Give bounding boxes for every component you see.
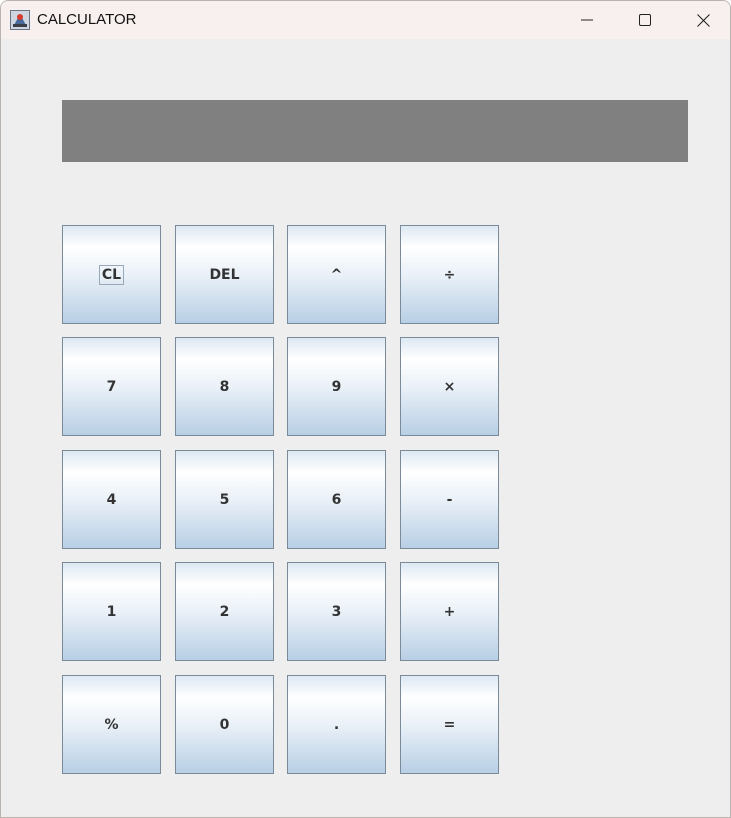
- percent-button[interactable]: %: [62, 675, 161, 774]
- calculator-display: [62, 100, 688, 162]
- digit-9-button[interactable]: 9: [287, 337, 386, 436]
- title-bar[interactable]: CALCULATOR: [1, 1, 730, 39]
- equals-button[interactable]: =: [400, 675, 499, 774]
- digit-9-label: 9: [331, 378, 342, 395]
- clear-button[interactable]: CL: [62, 225, 161, 324]
- window-title: CALCULATOR: [37, 11, 137, 28]
- digit-8-label: 8: [219, 378, 230, 395]
- delete-button-label: DEL: [209, 266, 240, 283]
- clear-button-label: CL: [98, 264, 125, 285]
- decimal-point-label: .: [333, 716, 340, 733]
- percent-button-label: %: [104, 716, 119, 733]
- subtract-button-label: -: [446, 491, 453, 508]
- digit-4-label: 4: [106, 491, 117, 508]
- digit-5-button[interactable]: 5: [175, 450, 274, 549]
- multiply-button-label: ×: [443, 378, 456, 395]
- decimal-point-button[interactable]: .: [287, 675, 386, 774]
- close-button[interactable]: [674, 1, 730, 39]
- add-button-label: +: [443, 603, 456, 620]
- digit-0-button[interactable]: 0: [175, 675, 274, 774]
- digit-8-button[interactable]: 8: [175, 337, 274, 436]
- minimize-button[interactable]: [558, 1, 616, 39]
- multiply-button[interactable]: ×: [400, 337, 499, 436]
- digit-1-label: 1: [106, 603, 117, 620]
- add-button[interactable]: +: [400, 562, 499, 661]
- digit-1-button[interactable]: 1: [62, 562, 161, 661]
- close-icon: [696, 13, 710, 27]
- calculator-window: CALCULATOR CL DEL ^ ÷ 7 8 9 × 4 5 6 - 1: [0, 0, 731, 818]
- divide-button[interactable]: ÷: [400, 225, 499, 324]
- digit-7-label: 7: [106, 378, 117, 395]
- delete-button[interactable]: DEL: [175, 225, 274, 324]
- digit-2-button[interactable]: 2: [175, 562, 274, 661]
- maximize-button[interactable]: [616, 1, 674, 39]
- power-button[interactable]: ^: [287, 225, 386, 324]
- digit-0-label: 0: [219, 716, 230, 733]
- digit-4-button[interactable]: 4: [62, 450, 161, 549]
- app-icon: [10, 10, 30, 30]
- power-button-label: ^: [330, 266, 343, 283]
- digit-7-button[interactable]: 7: [62, 337, 161, 436]
- digit-3-label: 3: [331, 603, 342, 620]
- digit-6-label: 6: [331, 491, 342, 508]
- subtract-button[interactable]: -: [400, 450, 499, 549]
- equals-button-label: =: [443, 716, 456, 733]
- digit-5-label: 5: [219, 491, 230, 508]
- divide-button-label: ÷: [443, 266, 456, 283]
- digit-2-label: 2: [219, 603, 230, 620]
- minimize-icon: [581, 19, 593, 21]
- digit-6-button[interactable]: 6: [287, 450, 386, 549]
- digit-3-button[interactable]: 3: [287, 562, 386, 661]
- maximize-icon: [639, 14, 651, 26]
